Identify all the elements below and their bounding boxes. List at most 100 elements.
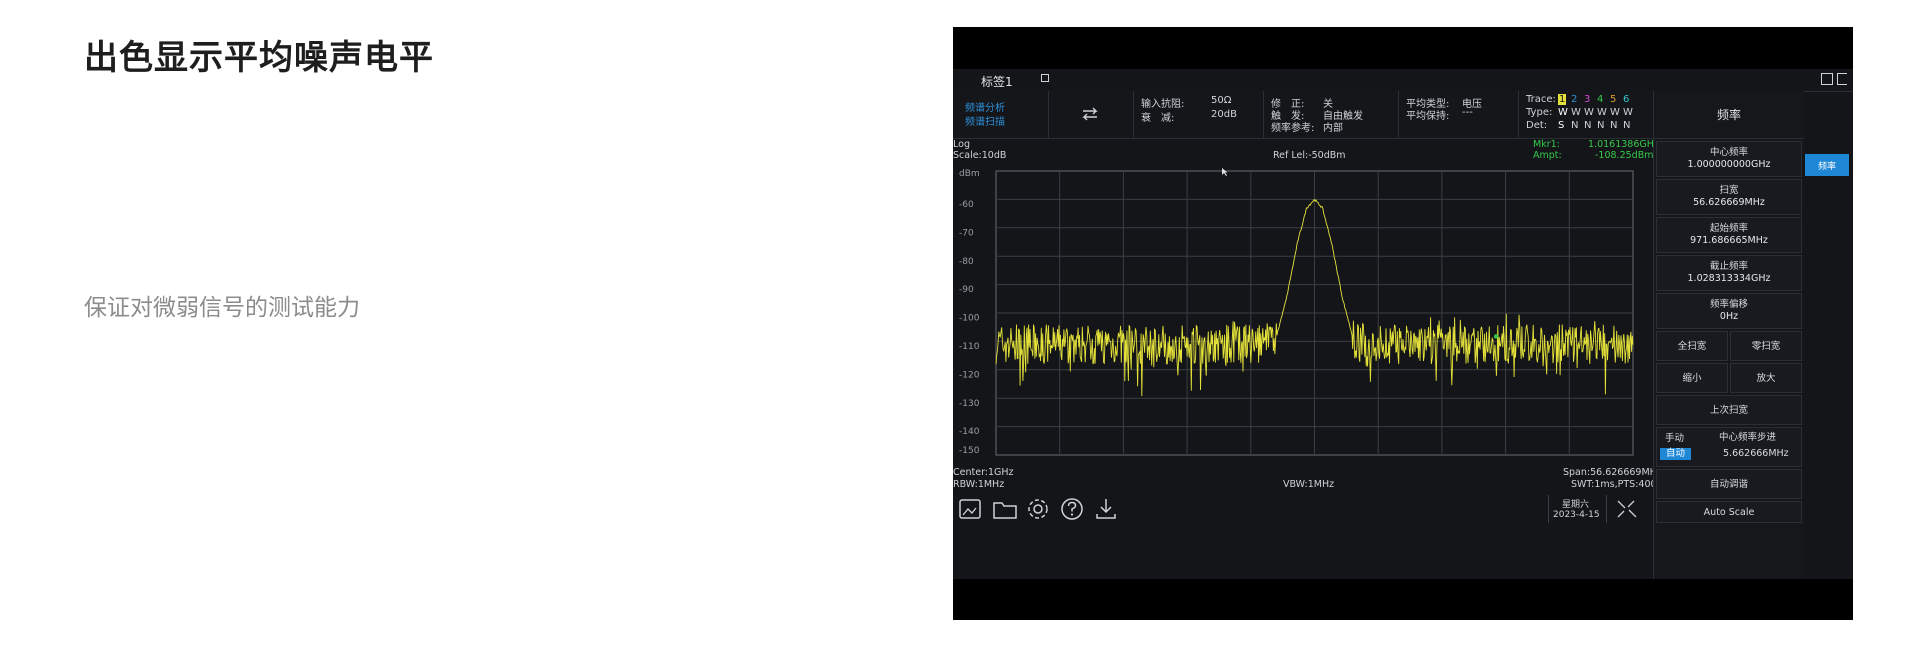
start-freq-value: 971.686665MHz	[1690, 235, 1768, 246]
y-tick-label: -70	[959, 228, 974, 238]
marker-freq: 1.0161386GHz	[1588, 139, 1659, 150]
marker-label: Mkr1:	[1533, 139, 1560, 150]
help-icon[interactable]	[1059, 496, 1085, 522]
tab-label-1[interactable]: 标签1	[981, 73, 1013, 90]
center-freq-button[interactable]: 中心频率 1.000000000GHz	[1656, 141, 1802, 177]
folder-icon[interactable]	[991, 497, 1019, 521]
center-freq-value: 1.000000000GHz	[1687, 159, 1771, 170]
input-cell[interactable]: 输入抗阻: 50Ω 衰 减: 20dB	[1133, 91, 1264, 138]
span-label: Span:56.626669MHz	[1563, 467, 1662, 478]
download-icon[interactable]	[1093, 496, 1119, 522]
exit-icon[interactable]	[1837, 73, 1847, 85]
step-manual-label[interactable]: 手动	[1665, 433, 1684, 445]
ref-label: 频率参考:	[1271, 123, 1315, 134]
vbw-label: VBW:1MHz	[1283, 479, 1335, 490]
settings-gear-icon[interactable]	[1025, 496, 1051, 522]
stop-freq-value: 1.028313334GHz	[1687, 273, 1771, 284]
auto-scale-button[interactable]: Auto Scale	[1656, 501, 1802, 523]
frequency-menu-panel: 频率 中心频率 1.000000000GHz 扫宽 56.626669MHz 起…	[1653, 91, 1804, 579]
type-label: Type:	[1526, 107, 1553, 118]
toggle-cell[interactable]	[1048, 91, 1134, 138]
step-value: 5.662666MHz	[1723, 448, 1789, 459]
type-5: W	[1610, 107, 1620, 118]
y-tick-label: -90	[959, 285, 974, 295]
full-span-button[interactable]: 全扫宽	[1656, 331, 1728, 361]
det-3: N	[1584, 120, 1592, 131]
span-button[interactable]: 扫宽 56.626669MHz	[1656, 179, 1802, 215]
y-tick-label: -130	[959, 399, 980, 409]
date-label: 2023-4-15	[1553, 510, 1600, 520]
status-header: 频谱分析 频谱扫描 输入抗阻: 50Ω 衰 减: 20dB 修 正: 关 触 发…	[953, 91, 1653, 139]
freq-offset-label: 频率偏移	[1709, 299, 1748, 310]
freq-offset-value: 0Hz	[1719, 311, 1739, 322]
screenshot-icon[interactable]	[957, 497, 983, 521]
type-3: W	[1584, 107, 1594, 118]
center-freq-label: Center:1GHz	[953, 467, 1014, 478]
step-auto-toggle[interactable]: 自动	[1660, 448, 1692, 460]
trace-num-4[interactable]: 4	[1597, 94, 1603, 105]
y-tick-label: -140	[959, 427, 980, 437]
spectrum-chart[interactable]: dBm -60 -70 -80 -90 -100 -110 -120 -130 -140 -150	[953, 163, 1653, 463]
stop-freq-button[interactable]: 截止频率 1.028313334GHz	[1656, 255, 1802, 291]
last-span-button[interactable]: 上次扫宽	[1656, 395, 1802, 425]
page-title: 出色显示平均噪声电平	[84, 38, 434, 78]
side-tab-frequency[interactable]: 频率	[1805, 154, 1849, 176]
y-tick-label: -120	[959, 370, 980, 380]
zero-span-button[interactable]: 零扫宽	[1730, 331, 1802, 361]
zoom-out-button[interactable]: 缩小	[1656, 363, 1728, 393]
det-label: Det:	[1526, 120, 1548, 131]
trace-num-6[interactable]: 6	[1623, 94, 1629, 105]
det-5: N	[1610, 120, 1618, 131]
atten-value: 20dB	[1211, 109, 1237, 120]
trace-num-3[interactable]: 3	[1584, 94, 1590, 105]
instrument-screenshot: 标签1 频谱分析 频谱扫描 输入抗阻: 50Ω 衰 减: 20dB 修 正: 关…	[953, 27, 1853, 620]
rbw-label: RBW:1MHz	[953, 479, 1005, 490]
det-2: N	[1571, 120, 1579, 131]
ampt-label: Ampt:	[1533, 150, 1562, 161]
avg-hold-value: ---	[1462, 107, 1473, 118]
toolbar-divider	[1548, 495, 1549, 523]
span-label: 扫宽	[1719, 185, 1739, 196]
bottom-toolbar: 星期六 2023-4-15	[955, 495, 1655, 523]
ref-level-label: Ref Lel:-50dBm	[1273, 150, 1346, 161]
impedance-value: 50Ω	[1211, 95, 1232, 106]
zoom-in-button[interactable]: 放大	[1730, 363, 1802, 393]
type-2: W	[1571, 107, 1581, 118]
type-1: W	[1558, 107, 1568, 118]
save-icon[interactable]	[1821, 73, 1833, 85]
ref-value: 内部	[1323, 123, 1343, 134]
trace-num-1[interactable]: 1	[1558, 94, 1567, 105]
swap-arrows-icon[interactable]	[1080, 105, 1100, 123]
y-tick-label: -110	[959, 342, 980, 352]
det-1: S	[1558, 120, 1565, 131]
trace-num-5[interactable]: 5	[1610, 94, 1616, 105]
mode-cell[interactable]: 频谱分析 频谱扫描	[953, 91, 1049, 138]
start-freq-button[interactable]: 起始频率 971.686665MHz	[1656, 217, 1802, 253]
freq-offset-button[interactable]: 频率偏移 0Hz	[1656, 293, 1802, 329]
center-freq-label: 中心频率	[1709, 147, 1748, 158]
page-subtitle: 保证对微弱信号的测试能力	[84, 295, 360, 321]
menu-title: 频率	[1654, 91, 1804, 139]
y-unit-label: dBm	[959, 169, 980, 179]
y-tick-label: -150	[959, 446, 980, 456]
sweep-time-label: SWT:1ms,PTS:4001	[1571, 479, 1663, 490]
spectrum-plot-area[interactable]: Log Scale:10dB Ref Lel:-50dBm Mkr1: 1.01…	[953, 139, 1663, 579]
center-step-button[interactable]: 手动 自动 中心频率步进 5.662666MHz	[1656, 427, 1802, 467]
tools-icon[interactable]	[1615, 498, 1639, 520]
trace-num-2[interactable]: 2	[1571, 94, 1577, 105]
tab-bar: 标签1	[953, 69, 1853, 92]
log-label: Log	[953, 139, 970, 150]
start-freq-label: 起始频率	[1709, 223, 1748, 234]
spectrum-analyzer-ui: 标签1 频谱分析 频谱扫描 输入抗阻: 50Ω 衰 减: 20dB 修 正: 关…	[953, 69, 1853, 579]
trace-label: Trace:	[1526, 94, 1556, 105]
auto-tune-button[interactable]: 自动调谐	[1656, 469, 1802, 499]
correction-cell[interactable]: 修 正: 关 触 发: 自由触发 频率参考: 内部	[1263, 91, 1399, 138]
y-tick-label: -100	[959, 314, 980, 324]
det-4: N	[1597, 120, 1605, 131]
ampt-value: -108.25dBm	[1595, 150, 1654, 161]
average-cell[interactable]: 平均类型: 电压 平均保持: ---	[1398, 91, 1519, 138]
mode-line1: 频谱分析	[965, 103, 1005, 114]
trace-cell[interactable]: Trace: 1 2 3 4 5 6 Type: W W W W W W Det…	[1518, 91, 1653, 138]
tab-close-icon[interactable]	[1041, 74, 1049, 82]
atten-label: 衰 减:	[1141, 113, 1175, 124]
